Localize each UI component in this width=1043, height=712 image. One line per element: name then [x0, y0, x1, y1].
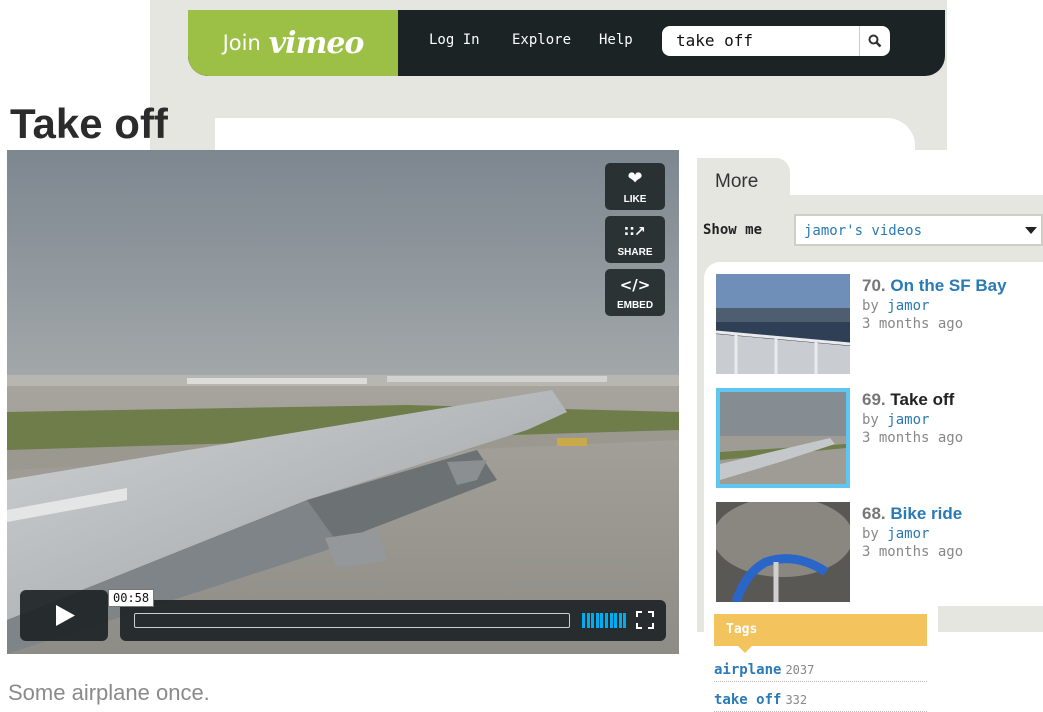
- nav-help[interactable]: Help: [599, 32, 633, 48]
- top-navbar: Join vimeo Log In Explore Help: [188, 10, 945, 76]
- volume-bar: [614, 613, 618, 628]
- list-item[interactable]: 70. On the SF Bay by jamor 3 months ago: [716, 274, 1036, 379]
- volume-bar: [623, 613, 627, 628]
- volume-bar: [586, 613, 590, 628]
- chevron-down-icon: [1025, 227, 1037, 234]
- tag-count: 332: [785, 693, 808, 707]
- share-icon: ∷↗: [624, 224, 646, 240]
- volume-bar: [591, 613, 595, 628]
- player-controls: [120, 600, 666, 641]
- tab-more[interactable]: More: [697, 158, 790, 198]
- like-label: LIKE: [623, 194, 647, 205]
- tab-more-label: More: [715, 171, 759, 192]
- video-title-link[interactable]: 70. On the SF Bay: [862, 276, 1007, 296]
- user-link[interactable]: jamor: [887, 412, 929, 428]
- volume-bar: [600, 613, 604, 628]
- video-player[interactable]: ❤ LIKE ∷↗ SHARE </> EMBED 00:58: [7, 150, 679, 654]
- join-label: Join: [222, 31, 261, 55]
- nav-explore[interactable]: Explore: [512, 32, 571, 48]
- like-button[interactable]: ❤ LIKE: [605, 163, 665, 210]
- video-byline: by jamor: [862, 412, 930, 428]
- share-button[interactable]: ∷↗ SHARE: [605, 216, 665, 263]
- video-age: 3 months ago: [862, 544, 964, 560]
- search-icon: [868, 34, 882, 48]
- video-thumbnail[interactable]: [716, 274, 850, 374]
- list-item-current[interactable]: 69. Take off by jamor 3 months ago: [716, 388, 1036, 493]
- embed-button[interactable]: </> EMBED: [605, 269, 665, 316]
- tag-name[interactable]: airplane: [714, 662, 781, 678]
- video-age: 3 months ago: [862, 316, 964, 332]
- show-me-value: jamor's videos: [804, 223, 923, 239]
- show-me-label: Show me: [703, 222, 763, 238]
- tags-title: Tags: [726, 622, 758, 637]
- video-description: Some airplane once.: [8, 680, 210, 705]
- volume-bar: [618, 613, 622, 628]
- tag-count: 2037: [785, 663, 815, 677]
- tag-name[interactable]: take off: [714, 692, 781, 708]
- video-frame: [7, 150, 679, 654]
- video-title-current: 69. Take off: [862, 390, 955, 409]
- progress-bar[interactable]: [134, 613, 570, 628]
- video-title-link[interactable]: 68. Bike ride: [862, 504, 962, 524]
- list-item[interactable]: 68. Bike ride by jamor 3 months ago: [716, 502, 1036, 607]
- user-link[interactable]: jamor: [887, 526, 929, 542]
- heart-icon: ❤: [627, 168, 643, 189]
- search-box: [662, 26, 890, 56]
- show-me-select[interactable]: jamor's videos: [794, 214, 1043, 246]
- volume-bar: [582, 613, 585, 628]
- user-link[interactable]: jamor: [887, 298, 929, 314]
- tag-item[interactable]: airplane 2037: [714, 659, 927, 682]
- video-age: 3 months ago: [862, 430, 964, 446]
- video-thumbnail-selected[interactable]: [716, 388, 850, 488]
- video-thumbnail[interactable]: [716, 502, 850, 602]
- video-list: 70. On the SF Bay by jamor 3 months ago …: [704, 262, 1043, 606]
- tags-header: Tags: [714, 614, 927, 653]
- play-icon: [56, 605, 75, 626]
- share-label: SHARE: [617, 247, 653, 258]
- volume-bar: [605, 613, 608, 628]
- volume-bar: [609, 613, 613, 628]
- search-input[interactable]: [676, 30, 854, 50]
- fullscreen-icon[interactable]: [636, 611, 654, 629]
- video-byline: by jamor: [862, 298, 930, 314]
- tag-item[interactable]: take off 332: [714, 689, 927, 712]
- embed-label: EMBED: [616, 300, 654, 311]
- play-button[interactable]: [20, 590, 108, 641]
- volume-control[interactable]: [582, 613, 628, 628]
- volume-bar: [595, 613, 599, 628]
- video-byline: by jamor: [862, 526, 930, 542]
- page-title: Take off: [10, 100, 168, 147]
- join-vimeo-button[interactable]: Join vimeo: [188, 10, 398, 76]
- timecode-tooltip: 00:58: [108, 589, 155, 607]
- embed-icon: </>: [619, 276, 651, 294]
- nav-log-in[interactable]: Log In: [429, 32, 480, 48]
- search-button[interactable]: [859, 26, 890, 56]
- vimeo-logo: vimeo: [268, 25, 365, 61]
- tags-panel: Tags airplane 2037 take off 332: [704, 605, 938, 712]
